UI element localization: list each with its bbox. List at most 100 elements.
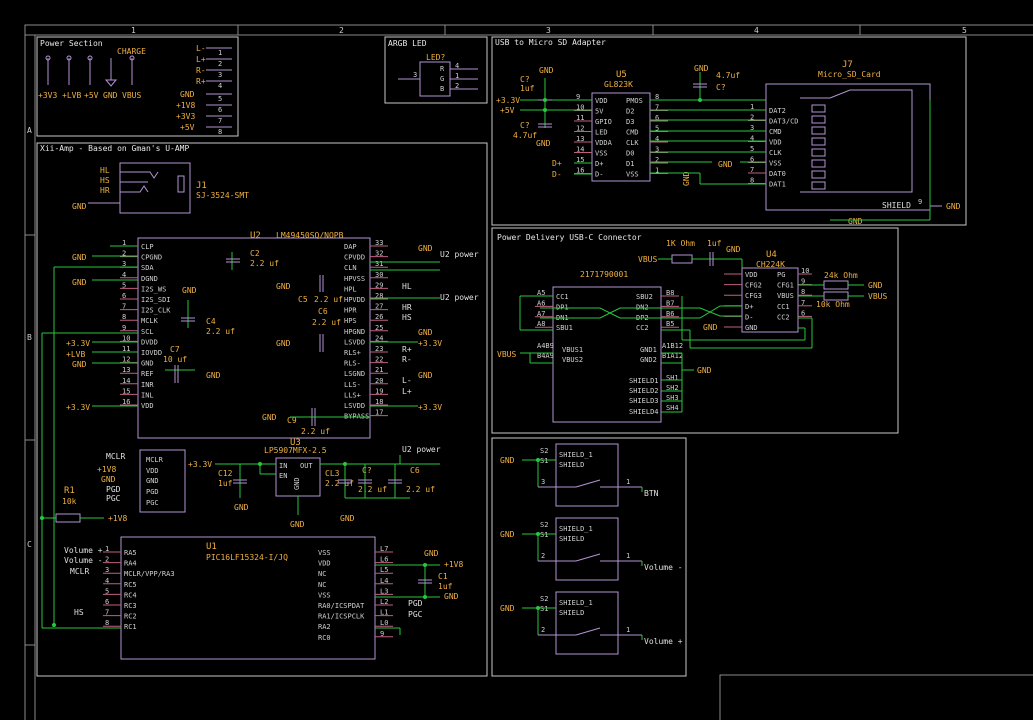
svg-text:GND: GND [424, 549, 439, 558]
svg-text:R-: R- [196, 66, 206, 75]
svg-text:GND: GND [848, 217, 863, 226]
u5-left-pin-name: GPIO [595, 118, 612, 126]
u5-left-pin-name: VSS [595, 150, 608, 158]
button-pin-s2: S2 [540, 595, 548, 603]
j1-value: SJ-3524-SMT [196, 191, 249, 200]
j7-pin-name: DAT3/CD [769, 118, 799, 126]
u2-right-pin-num: 18 [375, 398, 383, 406]
u2-left-pin-num: 12 [122, 356, 130, 364]
u2-right-pin-num: 25 [375, 324, 383, 332]
button-net-label[interactable]: Volume + [644, 637, 683, 646]
usb-c-top: 4.7uf [716, 71, 740, 80]
u2-left-pin-num: 14 [122, 377, 130, 385]
u2-left-pin-name: REF [141, 370, 154, 378]
u2-right-pin-num: 19 [375, 387, 383, 395]
u4-left-pin-name: D+ [745, 303, 753, 311]
u2-right-pin-name: HPVSS [344, 275, 365, 283]
usbc-left-pin-num: A8 [537, 320, 545, 328]
u5-right-pins: PMOS 8D2 7D3 6CMD 5CLK 4D0 3D1 2VSS 1 [626, 93, 668, 179]
button-pin-b: 1 [626, 552, 630, 560]
u1-left-pin-name: RA4 [124, 560, 137, 568]
u2-right-pin-name: LLS+ [344, 391, 361, 399]
pd-r24k: 24k Ohm [824, 271, 858, 280]
svg-text:2.2 uf: 2.2 uf [301, 427, 330, 436]
usbc-right-pin-name: DN2 [636, 303, 649, 311]
u2-right-pin-name: CPVDD [344, 254, 365, 262]
u1-right-pin-num: L4 [380, 577, 388, 585]
u1-net-hs: HS [74, 608, 84, 617]
svg-text:+LVB: +LVB [66, 350, 85, 359]
u1-left-pin-num: 6 [105, 598, 109, 606]
j7-pin-name: CMD [769, 128, 782, 136]
u2-left-pin-num: 16 [122, 398, 130, 406]
u5-left-pin-name: VDDA [595, 139, 613, 147]
svg-text:GND: GND [697, 366, 712, 375]
u4-right-pin-name: PG [777, 271, 785, 279]
u1-right-pins: VSS L7 VDD L6 NC L5 NC L4 VSS L3 RA0/ICSPDAT L2 RA1/… [318, 545, 393, 642]
j7-body [765, 83, 931, 211]
svg-text:GND: GND [703, 323, 718, 332]
button-gnd: GND [500, 604, 515, 613]
svg-text:+3.3V: +3.3V [188, 460, 212, 469]
svg-text:GND: GND [694, 64, 709, 73]
button-shield: SHIELD [559, 609, 584, 617]
button-net-label[interactable]: Volume - [644, 563, 683, 572]
svg-text:+3.3V: +3.3V [418, 339, 442, 348]
c12-ref: C12 [218, 469, 233, 478]
svg-text:SH1: SH1 [666, 374, 679, 382]
u1-net-mclr: MCLR [70, 567, 89, 576]
c7-amp-ref: C7 [170, 345, 180, 354]
u2-right-pin-num: 26 [375, 313, 383, 321]
j7-ref: J7 [842, 60, 853, 70]
button-pin-s1: S1 [540, 457, 548, 465]
j7-pin-name: DAT2 [769, 107, 786, 115]
button-pin-s2: S2 [540, 521, 548, 529]
u4-left-pin-name: GND [745, 324, 758, 332]
grid-col-3: 3 [546, 26, 551, 35]
svg-text:2.2 uf: 2.2 uf [406, 485, 435, 494]
svg-text:GND: GND [290, 520, 305, 529]
svg-text:+3.3V: +3.3V [66, 403, 90, 412]
u2-right-pin-name: LLS- [344, 381, 361, 389]
usbc-vbus: VBUS [497, 350, 516, 359]
u2-left-pin-num: 15 [122, 387, 130, 395]
u2-left-pin-num: 5 [122, 281, 126, 289]
grid-rows: A B C [25, 126, 35, 646]
u5-left-pin-num: 13 [576, 135, 584, 143]
svg-text:GND: GND [340, 514, 355, 523]
u2-right-pin-num: 29 [375, 281, 383, 289]
button-junction [536, 532, 540, 536]
u1-left-pin-num: 2 [105, 556, 109, 564]
usbc-left-pins: CC1A5DP1A6DN1A7SBU1A8 [535, 289, 573, 332]
usb-pwr-5v: +5V [500, 106, 515, 115]
button-net-label[interactable]: BTN [644, 489, 659, 498]
svg-text:VBUS2: VBUS2 [562, 356, 583, 364]
svg-text:GND: GND [72, 360, 87, 369]
u2-left-pin-name: SDA [141, 264, 154, 272]
r1-ref: R1 [64, 486, 75, 496]
svg-text:SHIELD2: SHIELD2 [629, 387, 659, 395]
svg-text:GND: GND [262, 413, 277, 422]
u2-value: LM49450SQ/NOPB [276, 231, 344, 240]
u1-left-pin-num: 8 [105, 619, 109, 627]
button-pin-b: 1 [626, 626, 630, 634]
u2-power-label-2: U2 power [440, 293, 479, 302]
svg-text:10 uf: 10 uf [163, 355, 187, 364]
pd-r1k [671, 254, 693, 264]
u2-right-pin-name: LSVDD [344, 402, 365, 410]
u1-net-vol-plus: Volume + [64, 546, 103, 555]
u2-left-pin-name: GND [141, 360, 154, 368]
rail-3v3: +3V3 [38, 91, 57, 100]
pd-section-title: Power Delivery USB-C Connector [497, 233, 642, 242]
u4-right-pin-num: 10 [801, 267, 809, 275]
u5-right-pin-name: D3 [626, 118, 634, 126]
svg-text:PGD: PGD [146, 488, 159, 496]
u2-right-pin-num: 20 [375, 377, 383, 385]
svg-text:PGC: PGC [106, 494, 121, 503]
svg-text:R+: R+ [402, 345, 412, 354]
u1-left-pin-name: RC4 [124, 591, 137, 599]
u2-left-pin-name: I2S_CLK [141, 307, 171, 315]
svg-text:2.2 uf: 2.2 uf [358, 485, 387, 494]
u1-left-pin-name: MCLR/VPP/RA3 [124, 570, 175, 578]
u1-value: PIC16LF15324-I/JQ [206, 553, 288, 562]
